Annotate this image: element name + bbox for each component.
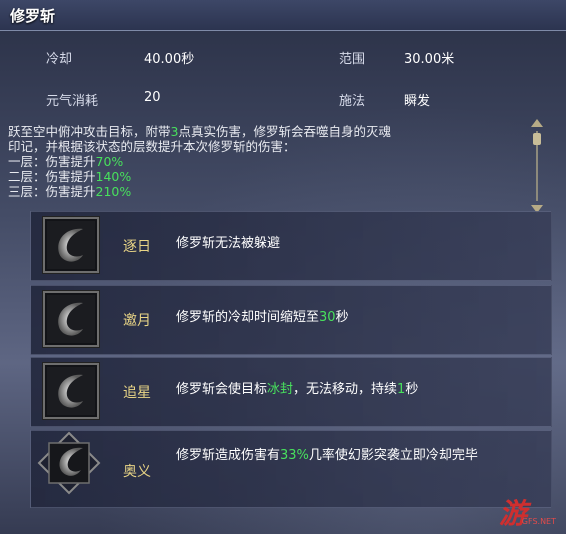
tier-line-3: 三层：伤害提升210%	[8, 184, 132, 199]
stat-row-2: 元气消耗 20 施法 瞬发	[0, 80, 566, 118]
talent-row-1[interactable]: 逐日 修罗斩无法被躲避	[30, 211, 552, 281]
cost-label: 元气消耗	[46, 94, 99, 109]
scroll-thumb[interactable]	[533, 133, 541, 145]
talent-name: 邀月	[123, 313, 151, 329]
cast-label: 施法	[339, 94, 366, 109]
skill-description: 跃至空中俯冲攻击目标，附带3点真实伤害，修罗斩会吞噬自身的灭魂 印记，并根据该状…	[0, 120, 525, 206]
range-value: 30.00米	[404, 52, 455, 67]
description-line: 印记，并根据该状态的层数提升本次修罗斩的伤害：	[8, 139, 296, 154]
swirl-icon	[47, 295, 95, 343]
skill-title: 修罗斩	[10, 7, 56, 25]
description-line: 跃至空中俯冲攻击目标，附带3点真实伤害，修罗斩会吞噬自身的灭魂	[8, 124, 391, 139]
watermark-sub: GFS.NET	[521, 517, 556, 526]
diamond-frame-icon	[37, 431, 101, 495]
talent-name: 逐日	[123, 239, 151, 255]
talent-icon-swirl[interactable]	[43, 291, 99, 347]
cooldown-label: 冷却	[46, 52, 73, 67]
cast-value: 瞬发	[404, 94, 431, 109]
talent-row-2[interactable]: 邀月 修罗斩的冷却时间缩短至30秒	[30, 285, 552, 355]
swirl-icon	[47, 221, 95, 269]
tier-line-1: 一层：伤害提升70%	[8, 154, 124, 169]
talent-name: 追星	[123, 385, 151, 401]
title-bar: 修罗斩	[0, 0, 566, 31]
talent-description: 修罗斩的冷却时间缩短至30秒	[176, 310, 349, 325]
range-label: 范围	[339, 52, 366, 67]
talent-description: 修罗斩无法被躲避	[176, 236, 281, 251]
stat-row-1: 冷却 40.00秒 范围 30.00米	[0, 38, 566, 76]
talent-name: 奥义	[123, 464, 151, 480]
talent-icon-swirl[interactable]	[43, 363, 99, 419]
cost-value: 20	[144, 90, 161, 105]
scroll-up-arrow-icon[interactable]	[531, 119, 543, 127]
description-scrollbar[interactable]	[528, 117, 546, 215]
talent-description: 修罗斩会使目标冰封，无法移动，持续1秒	[176, 382, 419, 397]
talent-row-3[interactable]: 追星 修罗斩会使目标冰封，无法移动，持续1秒	[30, 357, 552, 427]
watermark-logo: 游	[498, 497, 527, 530]
site-watermark: 游 GFS.NET	[442, 494, 562, 534]
tier-line-2: 二层：伤害提升140%	[8, 169, 132, 184]
swirl-icon	[47, 367, 95, 415]
talent-icon-swirl[interactable]	[43, 217, 99, 273]
talent-description: 修罗斩造成伤害有33%几率使幻影突袭立即冷却完毕	[176, 448, 478, 463]
cooldown-value: 40.00秒	[144, 52, 195, 67]
